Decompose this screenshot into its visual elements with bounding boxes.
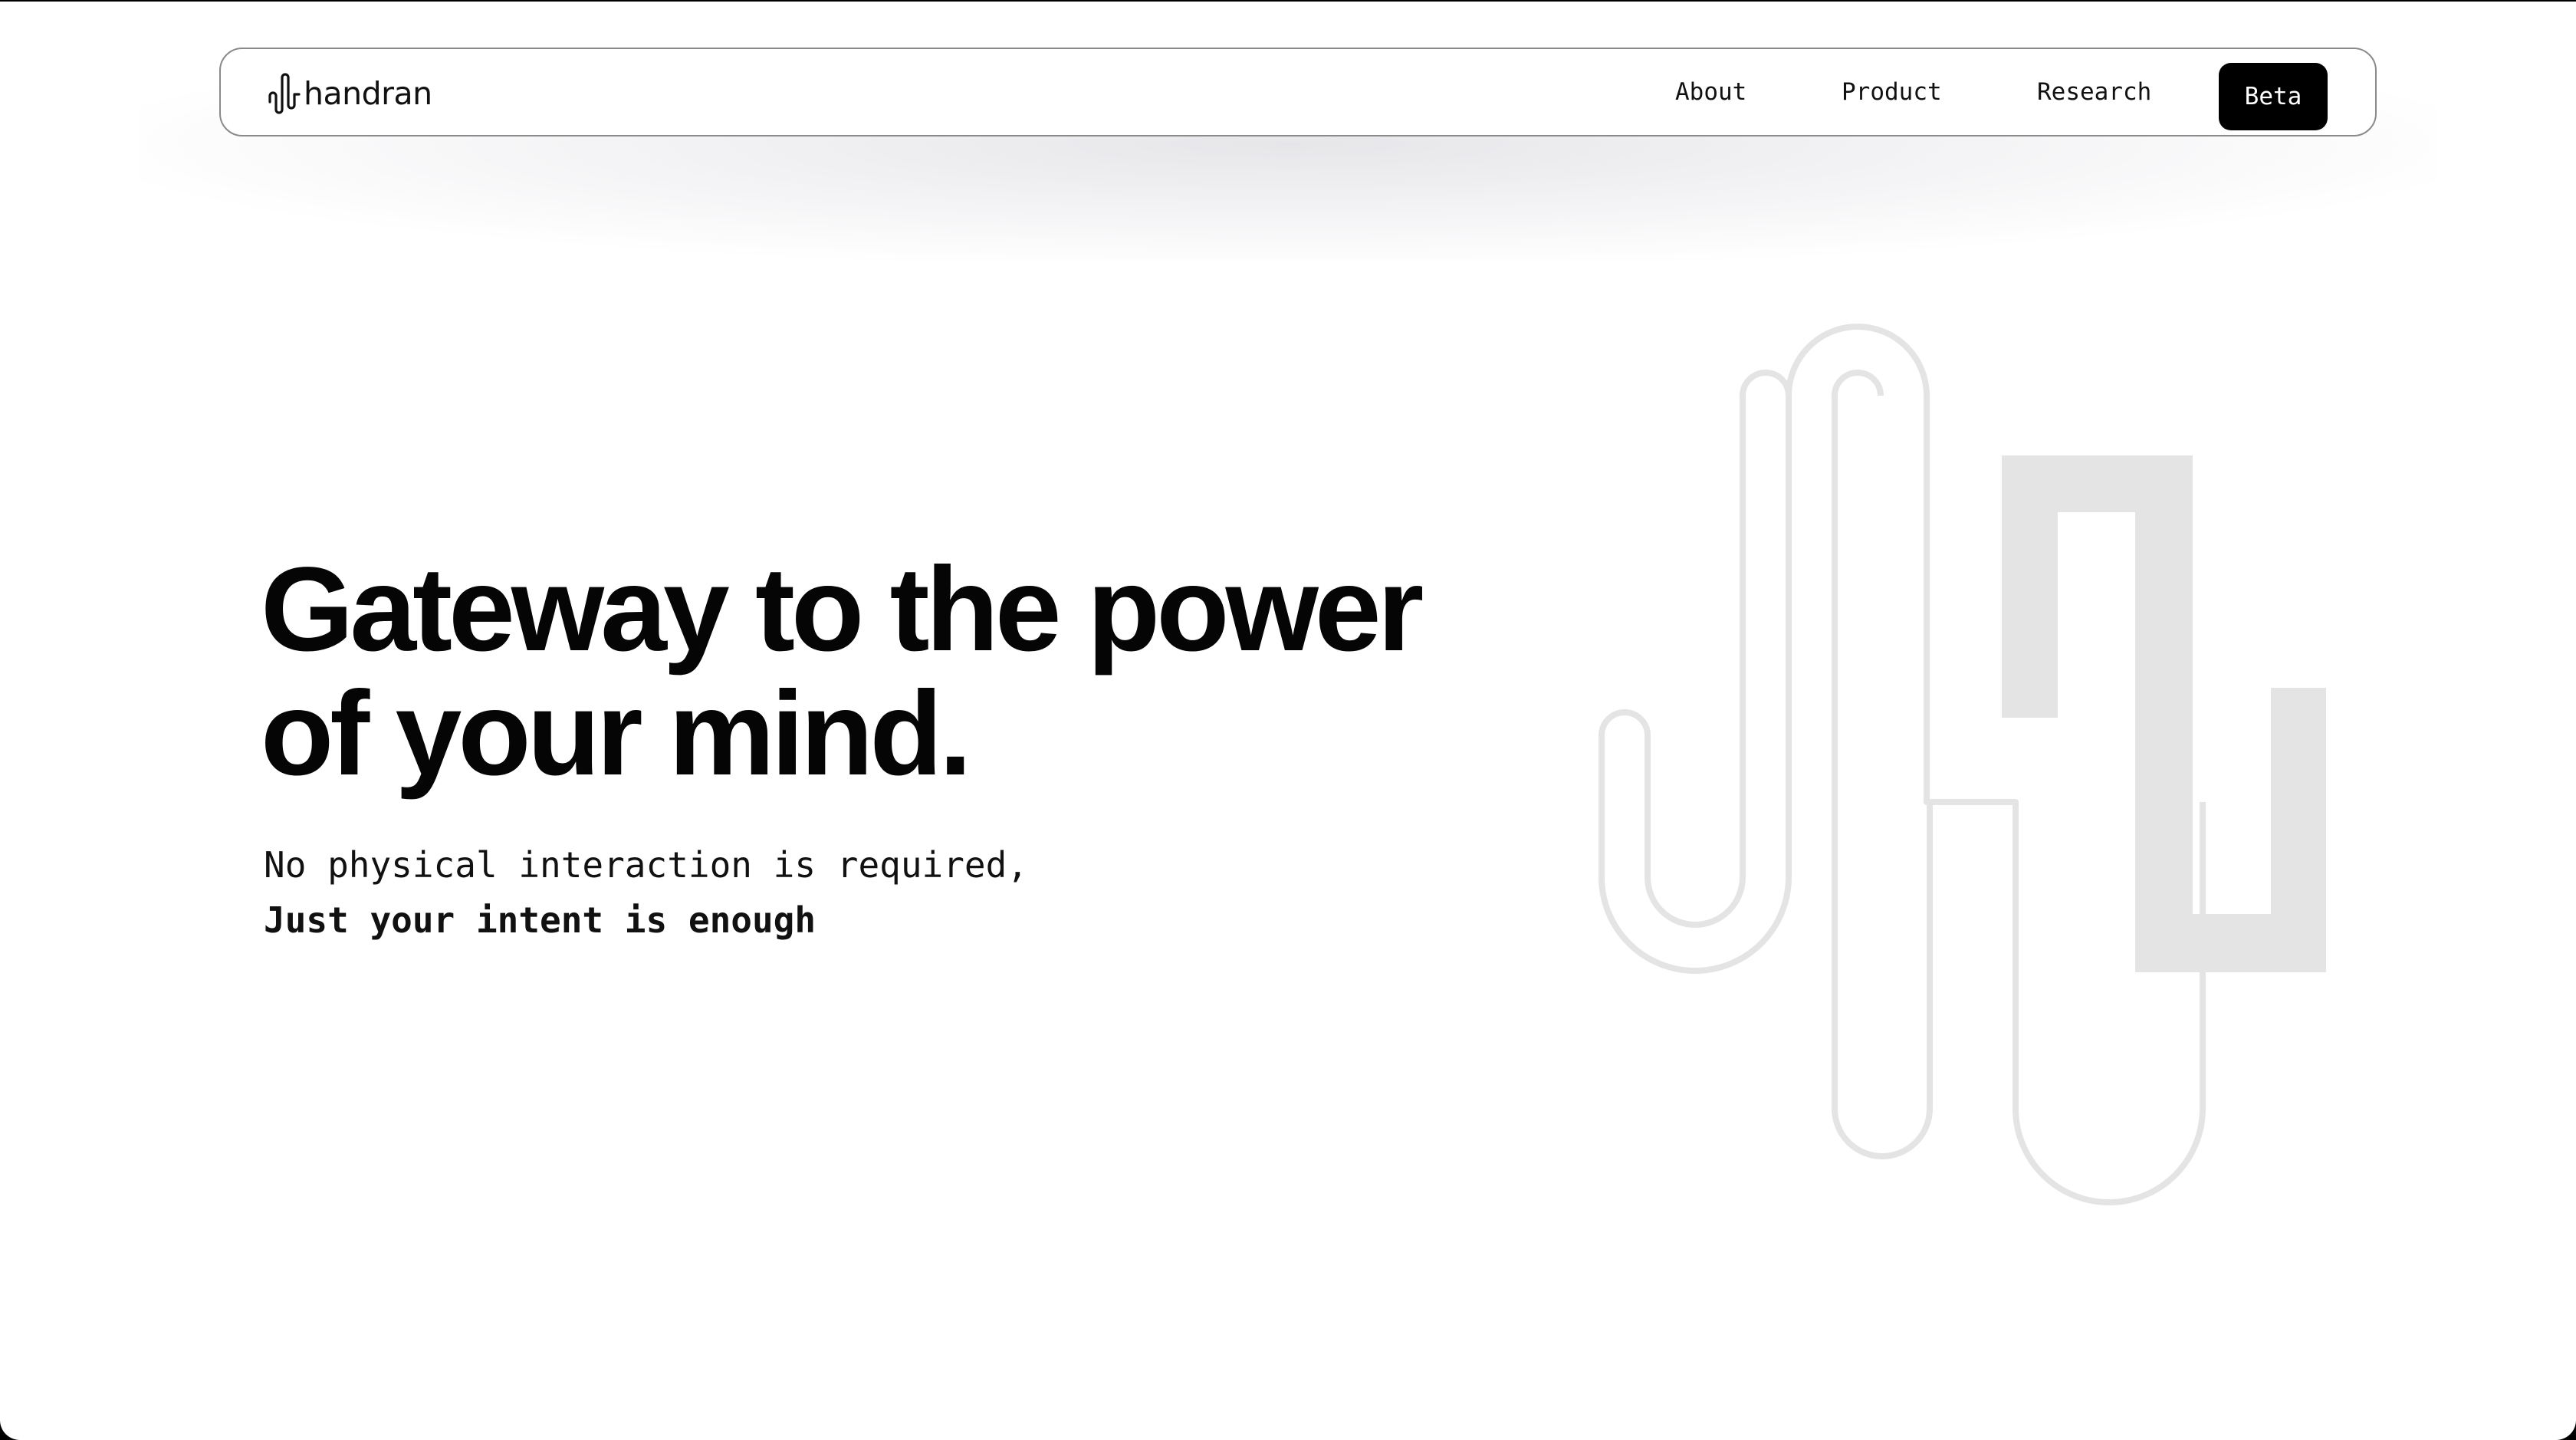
- brand-wave-graphic: [1598, 324, 2326, 1205]
- hero-title: Gateway to the power of your mind.: [261, 547, 1564, 796]
- brand-logo[interactable]: handran: [267, 71, 432, 117]
- wave-logo-icon: [268, 73, 301, 114]
- beta-button[interactable]: Beta: [2219, 63, 2328, 130]
- top-navbar: handran About Product Research Beta: [219, 48, 2377, 136]
- hero-subtitle: No physical interaction is required, Jus…: [264, 837, 1028, 948]
- brand-name: handran: [304, 74, 432, 112]
- nav-research-link[interactable]: Research: [2037, 49, 2151, 135]
- hero-subtitle-line-2: Just your intent is enough: [264, 899, 816, 941]
- hero-title-line-1: Gateway to the power: [261, 543, 1424, 676]
- nav-about-link[interactable]: About: [1675, 49, 1746, 135]
- nav-product-link[interactable]: Product: [1842, 49, 1942, 135]
- browser-viewport: handran About Product Research Beta Gate…: [0, 2, 2576, 1440]
- hero-subtitle-line-1: No physical interaction is required,: [264, 844, 1028, 886]
- hero-title-line-2: of your mind.: [261, 667, 972, 801]
